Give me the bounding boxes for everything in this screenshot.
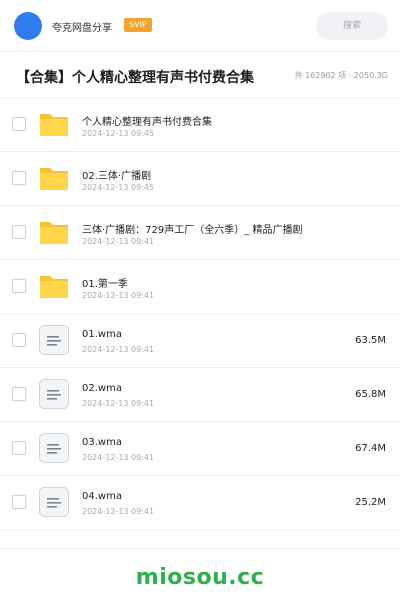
- file-size: 67.4M: [355, 443, 386, 454]
- file-name[interactable]: 03.wma: [82, 437, 122, 448]
- file-date: 2024-12-13 09:41: [82, 345, 155, 354]
- page-title: 【合集】个人精心整理有声书付费合集: [16, 70, 254, 86]
- file-date: 2024-12-13 09:41: [82, 291, 155, 300]
- row-checkbox[interactable]: [12, 495, 26, 509]
- watermark: miosou.cc: [135, 565, 265, 590]
- file-row[interactable]: 个人精心整理有声书付费合集 2024-12-13 09:45: [0, 98, 400, 152]
- file-name[interactable]: 02.三体·广播剧: [82, 167, 151, 182]
- file-date: 2024-12-13 09:41: [82, 453, 155, 462]
- file-row[interactable]: 01.第一季 2024-12-13 09:41: [0, 260, 400, 314]
- file-row[interactable]: 02.wma 2024-12-13 09:41 65.8M: [0, 368, 400, 422]
- row-checkbox[interactable]: [12, 171, 26, 185]
- audio-file-icon: [39, 433, 69, 463]
- folder-icon: [40, 168, 68, 190]
- file-row[interactable]: 02.三体·广播剧 2024-12-13 09:45: [0, 152, 400, 206]
- audio-file-icon: [39, 325, 69, 355]
- username[interactable]: 夸克网盘分享: [52, 19, 112, 34]
- file-name[interactable]: 04.wma: [82, 491, 122, 502]
- file-row[interactable]: 03.wma 2024-12-13 09:41 67.4M: [0, 422, 400, 476]
- row-checkbox[interactable]: [12, 117, 26, 131]
- row-checkbox[interactable]: [12, 387, 26, 401]
- file-date: 2024-12-13 09:41: [82, 399, 155, 408]
- svip-badge: SVIP: [124, 18, 152, 32]
- folder-icon: [40, 276, 68, 298]
- file-list: 个人精心整理有声书付费合集 2024-12-13 09:45 02.三体·广播剧…: [0, 98, 400, 530]
- file-row[interactable]: 三体·广播剧：729声工厂（全六季）_ 精品广播剧 2024-12-13 09:…: [0, 206, 400, 260]
- file-name[interactable]: 01.第一季: [82, 275, 128, 290]
- file-size: 65.8M: [355, 389, 386, 400]
- audio-file-icon: [39, 379, 69, 409]
- file-date: 2024-12-13 09:41: [82, 507, 155, 516]
- row-checkbox[interactable]: [12, 333, 26, 347]
- search-input[interactable]: 搜索: [316, 12, 388, 40]
- file-date: 2024-12-13 09:45: [82, 183, 155, 192]
- file-date: 2024-12-13 09:41: [82, 237, 155, 246]
- file-date: 2024-12-13 09:45: [82, 129, 155, 138]
- folder-icon: [40, 114, 68, 136]
- file-row[interactable]: 04.wma 2024-12-13 09:41 25.2M: [0, 476, 400, 530]
- row-checkbox[interactable]: [12, 279, 26, 293]
- audio-file-icon: [39, 487, 69, 517]
- file-name[interactable]: 01.wma: [82, 329, 122, 340]
- file-size: 63.5M: [355, 335, 386, 346]
- folder-icon: [40, 222, 68, 244]
- file-name[interactable]: 三体·广播剧：729声工厂（全六季）_ 精品广播剧: [82, 221, 302, 236]
- share-stats: 共 162902 项 · 2050.3G: [294, 71, 388, 80]
- file-size: 25.2M: [355, 497, 386, 508]
- file-name[interactable]: 个人精心整理有声书付费合集: [82, 113, 212, 128]
- row-checkbox[interactable]: [12, 225, 26, 239]
- title-bar: 【合集】个人精心整理有声书付费合集 共 162902 项 · 2050.3G: [0, 52, 400, 98]
- row-checkbox[interactable]: [12, 441, 26, 455]
- file-row[interactable]: 01.wma 2024-12-13 09:41 63.5M: [0, 314, 400, 368]
- file-name[interactable]: 02.wma: [82, 383, 122, 394]
- avatar[interactable]: [14, 12, 42, 40]
- top-bar: 夸克网盘分享 SVIP 搜索: [0, 0, 400, 52]
